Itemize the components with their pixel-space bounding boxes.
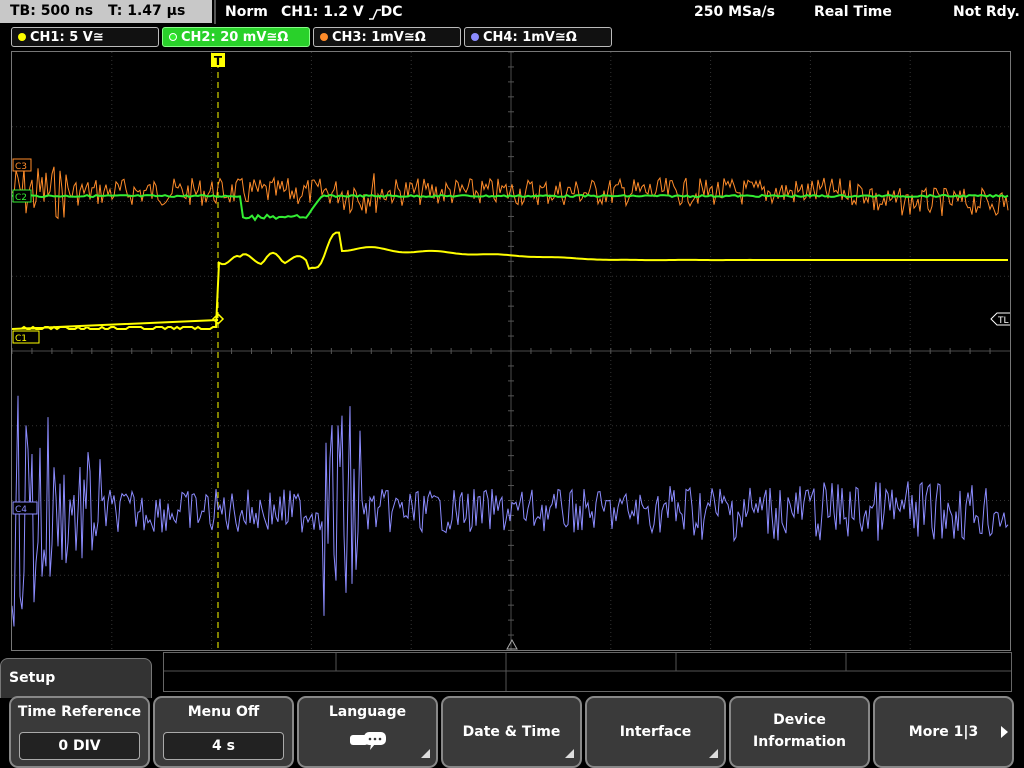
channel-1-label: CH1: 5 V≅: [30, 30, 104, 45]
rising-edge-icon: [368, 6, 381, 20]
trigger-position-readout: T: 1.47 µs: [107, 3, 186, 19]
trigger-mode[interactable]: Norm: [225, 2, 268, 22]
menu-info-strip: [163, 652, 1012, 692]
more-softkey[interactable]: More 1|3: [873, 696, 1014, 768]
menu-title-tab: Setup: [0, 658, 152, 698]
sample-rate: 250 MSa/s: [694, 4, 776, 20]
trigger-level: CH1: 1.2 V: [281, 4, 364, 20]
date-time-label: Date & Time: [462, 724, 561, 740]
play-arrow-icon: [1001, 726, 1008, 738]
device-information-softkey[interactable]: Device Information: [729, 696, 870, 768]
graticule: [12, 52, 1010, 650]
menu-off-value: 4 s: [163, 732, 284, 760]
interface-label: Interface: [619, 724, 692, 740]
trigger-level-marker-label: TL: [997, 316, 1009, 326]
device-information-label-line1: Device: [773, 712, 826, 728]
speech-bubble-icon: [349, 730, 389, 756]
trigger-position-marker[interactable]: T: [211, 53, 225, 68]
channel-1-marker-label: C1: [15, 334, 27, 344]
channel-2-marker-label: C2: [15, 193, 27, 203]
trigger-coupling: DC: [380, 4, 403, 20]
channel-4-label: CH4: 1mV≅Ω: [483, 30, 577, 45]
status-divider: [214, 0, 216, 24]
waveform-display[interactable]: T C3 C2 C1 C4 TL: [11, 51, 1011, 651]
channel-1-color-icon: [18, 32, 26, 41]
channel-1-marker[interactable]: C1: [12, 330, 40, 344]
acquisition-state: Not Rdy.: [953, 4, 1020, 20]
time-reference-label: Time Reference: [17, 704, 142, 720]
menu-off-label: Menu Off: [187, 704, 260, 720]
channel-4-waveform: [12, 395, 1009, 627]
menu-off-softkey[interactable]: Menu Off 4 s: [153, 696, 294, 768]
language-softkey[interactable]: Language: [297, 696, 438, 768]
channel-1-waveform: [12, 231, 1008, 331]
channel-2-tab[interactable]: CH2: 20 mV≅Ω: [162, 27, 310, 47]
channel-4-tab[interactable]: CH4: 1mV≅Ω: [464, 27, 612, 47]
interface-softkey[interactable]: Interface: [585, 696, 726, 768]
language-label: Language: [328, 704, 407, 720]
submenu-indicator-icon: [565, 749, 574, 758]
acquisition-mode[interactable]: Real Time: [814, 2, 892, 22]
channel-3-waveform: [12, 166, 1009, 220]
channel-1-tab[interactable]: CH1: 5 V≅: [11, 27, 159, 47]
channel-3-label: CH3: 1mV≅Ω: [332, 30, 426, 45]
channel-3-color-icon: [320, 32, 328, 41]
channel-2-marker[interactable]: C2: [12, 189, 32, 203]
channel-2-label: CH2: 20 mV≅Ω: [181, 30, 289, 45]
channel-2-color-icon: [169, 32, 177, 41]
channel-4-marker[interactable]: C4: [12, 501, 38, 515]
channel-3-marker-label: C3: [15, 162, 27, 172]
trigger-level-marker[interactable]: TL: [990, 312, 1010, 326]
time-reference-softkey[interactable]: Time Reference 0 DIV: [9, 696, 150, 768]
trigger-source[interactable]: CH1: 1.2 V DC: [281, 2, 403, 22]
timebase-readout: TB: 500 ns: [10, 3, 94, 19]
more-label: More 1|3: [908, 724, 979, 740]
time-reference-value: 0 DIV: [19, 732, 140, 760]
channel-4-color-icon: [471, 32, 479, 41]
device-information-label-line2: Information: [753, 734, 846, 750]
timebase-box[interactable]: TB: 500 ns T: 1.47 µs: [0, 0, 212, 23]
channel-3-marker[interactable]: C3: [12, 158, 32, 172]
submenu-indicator-icon: [709, 749, 718, 758]
trigger-marker-label: T: [214, 54, 223, 68]
channel-4-marker-label: C4: [15, 505, 27, 515]
horizontal-reference-icon: [506, 638, 518, 650]
date-time-softkey[interactable]: Date & Time: [441, 696, 582, 768]
channel-3-tab[interactable]: CH3: 1mV≅Ω: [313, 27, 461, 47]
submenu-indicator-icon: [421, 749, 430, 758]
